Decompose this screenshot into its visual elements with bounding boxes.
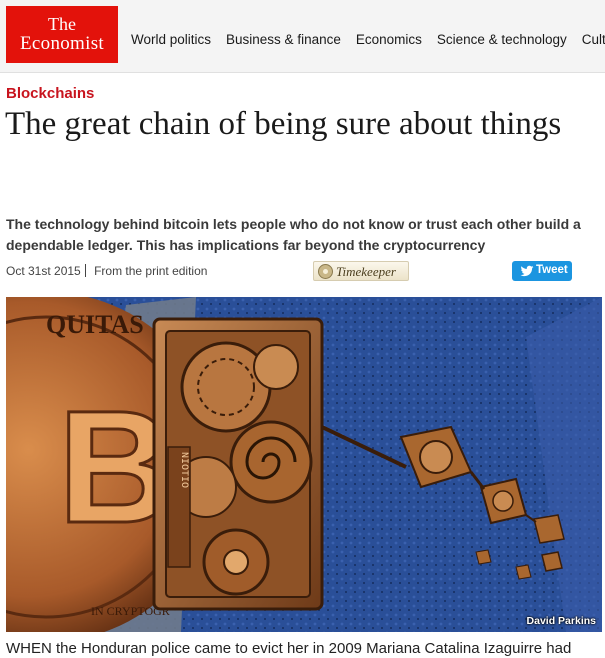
economist-logo[interactable]: The Economist <box>6 6 118 63</box>
gear-inscription: NIOTIO <box>178 452 189 488</box>
article-rubric: The technology behind bitcoin lets peopl… <box>6 216 581 253</box>
meta-divider <box>84 264 86 277</box>
twitter-bird-icon <box>520 265 534 277</box>
logo-line-2: Economist <box>20 33 104 54</box>
article-illustration: QUITAS IN CRYPTOGR B NIOTIO David Parkin… <box>6 297 602 632</box>
illustration-credit: David Parkins <box>526 615 596 627</box>
nav-item-business-finance[interactable]: Business & finance <box>218 32 348 47</box>
logo-line-1: The <box>48 14 76 34</box>
article-date: Oct 31st 2015 <box>6 264 81 278</box>
timekeeper-button[interactable]: Timekeeper <box>313 261 409 281</box>
main-nav: World politics Business & finance Economic… <box>123 32 605 47</box>
nav-item-world-politics[interactable]: World politics <box>123 32 218 47</box>
article-meta: Oct 31st 2015 From the print edition <box>6 264 207 278</box>
timekeeper-icon <box>318 264 333 279</box>
article-body-first-line: WHEN the Honduran police came to evict h… <box>6 640 572 657</box>
nav-item-culture[interactable]: Culture <box>574 32 605 47</box>
section-label[interactable]: Blockchains <box>6 85 94 102</box>
blockchain-illustration: QUITAS IN CRYPTOGR B NIOTIO <box>6 297 602 632</box>
tweet-button[interactable]: Tweet <box>512 261 572 281</box>
timekeeper-label: Timekeeper <box>336 264 396 279</box>
tweet-label: Tweet <box>536 264 568 276</box>
nav-item-economics[interactable]: Economics <box>348 32 429 47</box>
nav-item-science-technology[interactable]: Science & technology <box>429 32 574 47</box>
article-headline: The great chain of being sure about thin… <box>5 106 562 142</box>
print-edition-link[interactable]: From the print edition <box>94 264 207 278</box>
coin-inscription-top: QUITAS <box>46 310 144 339</box>
masthead: The Economist World politics Business & f… <box>0 0 605 73</box>
